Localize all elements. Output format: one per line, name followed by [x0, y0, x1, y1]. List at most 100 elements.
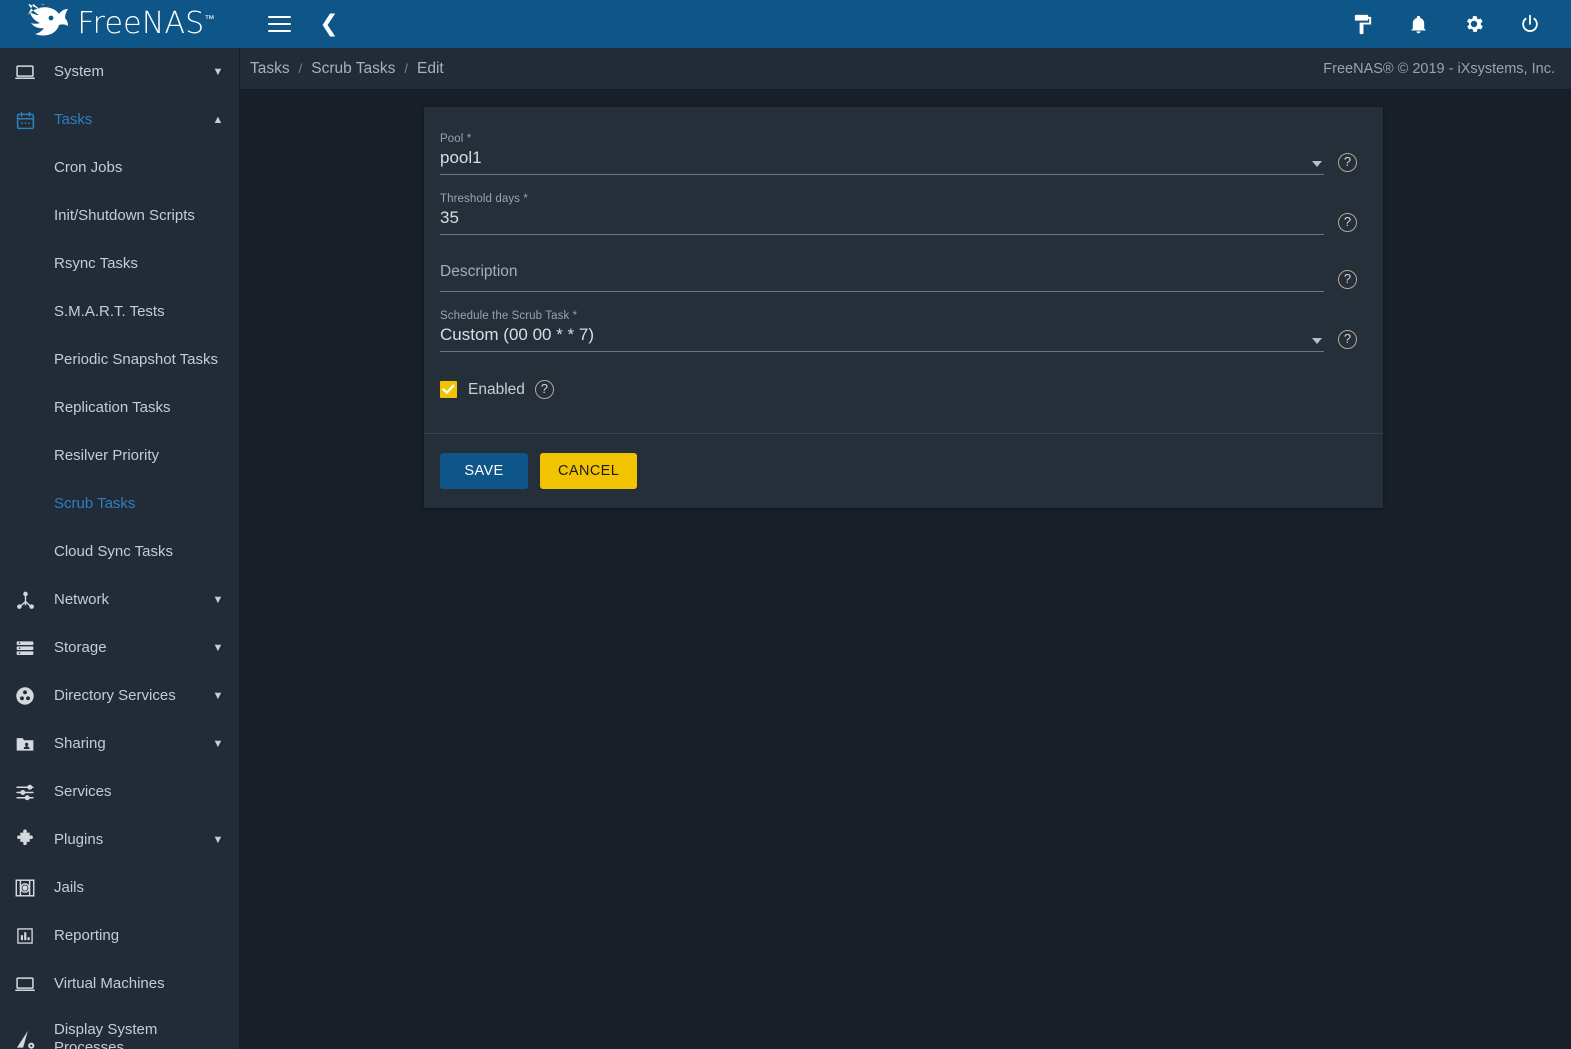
- calendar-icon: [10, 106, 40, 134]
- jails-icon: [10, 874, 40, 902]
- brand-name: FreeNAS™: [77, 5, 215, 41]
- sidebar-item-label: Services: [54, 783, 112, 801]
- help-icon[interactable]: ?: [1338, 153, 1357, 172]
- sidebar-item-label: Plugins: [54, 831, 104, 849]
- breadcrumb-item-scrub-tasks[interactable]: Scrub Tasks: [311, 60, 395, 78]
- schedule-select[interactable]: Schedule the Scrub Task * Custom (00 00 …: [440, 298, 1324, 352]
- sidebar-item-label: Network: [54, 591, 110, 609]
- bell-icon[interactable]: [1401, 7, 1435, 41]
- monitor-icon: [10, 58, 40, 86]
- breadcrumb-separator: /: [298, 61, 303, 76]
- chevron-left-icon[interactable]: ❮: [312, 7, 346, 41]
- chevron-down-icon[interactable]: ▼: [211, 66, 225, 78]
- threshold-days-label: Threshold days *: [440, 193, 528, 205]
- sidebar-item-resilver-priority[interactable]: Resilver Priority: [0, 432, 239, 480]
- sidebar-item-display-system-processes[interactable]: Display System Processes: [0, 1008, 239, 1049]
- sidebar-item-jails[interactable]: Jails: [0, 864, 239, 912]
- breadcrumb: Tasks / Scrub Tasks / Edit: [250, 60, 444, 78]
- chevron-up-icon[interactable]: ▲: [211, 114, 225, 126]
- sidebar-item-init-shutdown-scripts[interactable]: Init/Shutdown Scripts: [0, 192, 239, 240]
- topbar-left-controls: ❮: [262, 7, 346, 41]
- chevron-down-icon[interactable]: ▼: [211, 594, 225, 606]
- pool-select[interactable]: Pool * pool1: [440, 121, 1324, 175]
- form-row-description: Description ?: [424, 241, 1383, 292]
- sidebar-item-virtual-machines[interactable]: Virtual Machines: [0, 960, 239, 1008]
- sidebar-item-label: Virtual Machines: [54, 975, 165, 993]
- sidebar-item-smart-tests[interactable]: S.M.A.R.T. Tests: [0, 288, 239, 336]
- sidebar-item-label: Cron Jobs: [54, 159, 123, 177]
- breadcrumb-item-edit: Edit: [417, 59, 444, 77]
- save-button[interactable]: SAVE: [440, 453, 528, 489]
- enabled-checkbox[interactable]: [440, 381, 457, 398]
- sidebar-item-label: Periodic Snapshot Tasks: [54, 351, 218, 369]
- sidebar-item-label: Sharing: [54, 735, 106, 753]
- gear-icon[interactable]: [1457, 7, 1491, 41]
- brand-logo-area[interactable]: FreeNAS™: [0, 0, 240, 48]
- sidebar-item-label: Directory Services: [54, 687, 176, 705]
- breadcrumb-item-tasks[interactable]: Tasks: [250, 60, 290, 78]
- chevron-down-icon[interactable]: ▼: [211, 738, 225, 750]
- sidebar-item-rsync-tasks[interactable]: Rsync Tasks: [0, 240, 239, 288]
- network-icon: [10, 586, 40, 614]
- storage-list-icon: [10, 634, 40, 662]
- pool-label: Pool *: [440, 133, 472, 145]
- puzzle-piece-icon: [10, 826, 40, 854]
- cancel-button[interactable]: CANCEL: [540, 453, 638, 489]
- format-paint-icon[interactable]: [1345, 7, 1379, 41]
- power-icon[interactable]: [1513, 7, 1547, 41]
- chevron-down-icon[interactable]: ▼: [211, 642, 225, 654]
- sidebar-item-directory-services[interactable]: Directory Services ▼: [0, 672, 239, 720]
- sidebar[interactable]: System ▼ Tasks ▲ Cron Jobs Init/Shutdown…: [0, 48, 240, 1049]
- schedule-value: Custom (00 00 * * 7): [440, 325, 595, 344]
- sidebar-item-label: System: [54, 63, 105, 81]
- scrub-task-edit-form-card: Pool * pool1 ? Threshold days * 35 ? Des…: [424, 107, 1383, 508]
- form-body: Pool * pool1 ? Threshold days * 35 ? Des…: [424, 107, 1383, 433]
- sidebar-item-label: Init/Shutdown Scripts: [54, 207, 195, 225]
- sidebar-item-replication-tasks[interactable]: Replication Tasks: [0, 384, 239, 432]
- help-icon[interactable]: ?: [534, 380, 554, 399]
- sidebar-item-reporting[interactable]: Reporting: [0, 912, 239, 960]
- help-icon[interactable]: ?: [1338, 270, 1357, 289]
- sidebar-item-label: Display System Processes: [54, 1020, 158, 1049]
- form-actions: SAVE CANCEL: [424, 433, 1383, 508]
- chevron-down-icon[interactable]: [1312, 338, 1322, 344]
- sidebar-item-sharing[interactable]: Sharing ▼: [0, 720, 239, 768]
- sidebar-item-cloud-sync-tasks[interactable]: Cloud Sync Tasks: [0, 528, 239, 576]
- sidebar-item-services[interactable]: Services: [0, 768, 239, 816]
- form-row-schedule: Schedule the Scrub Task * Custom (00 00 …: [424, 298, 1383, 352]
- breadcrumb-separator: /: [404, 61, 409, 76]
- chevron-down-icon[interactable]: [1312, 161, 1322, 167]
- hamburger-menu-icon[interactable]: [262, 7, 296, 41]
- threshold-days-input[interactable]: Threshold days * 35: [440, 181, 1324, 235]
- sidebar-item-label: Scrub Tasks: [54, 495, 136, 513]
- sidebar-item-network[interactable]: Network ▼: [0, 576, 239, 624]
- monitor-icon: [10, 970, 40, 998]
- sidebar-item-plugins[interactable]: Plugins ▼: [0, 816, 239, 864]
- sidebar-item-tasks[interactable]: Tasks ▲: [0, 96, 239, 144]
- sidebar-item-system[interactable]: System ▼: [0, 48, 239, 96]
- sidebar-item-label: Replication Tasks: [54, 399, 171, 417]
- help-icon[interactable]: ?: [1338, 330, 1357, 349]
- sliders-icon: [10, 778, 40, 806]
- topbar-right-controls: [1345, 7, 1547, 41]
- description-input[interactable]: Description: [440, 241, 1324, 292]
- sidebar-item-storage[interactable]: Storage ▼: [0, 624, 239, 672]
- form-row-enabled: Enabled ?: [424, 358, 1383, 407]
- sidebar-item-label: Rsync Tasks: [54, 255, 138, 273]
- sidebar-item-label: Jails: [54, 879, 85, 897]
- chevron-down-icon[interactable]: ▼: [211, 834, 225, 846]
- sidebar-item-label: S.M.A.R.T. Tests: [54, 303, 165, 321]
- sidebar-item-cron-jobs[interactable]: Cron Jobs: [0, 144, 239, 192]
- sidebar-item-label: Storage: [54, 639, 107, 657]
- sidebar-item-periodic-snapshot-tasks[interactable]: Periodic Snapshot Tasks: [0, 336, 239, 384]
- chevron-down-icon[interactable]: ▼: [211, 690, 225, 702]
- freenas-shark-logo-icon: [28, 4, 69, 36]
- form-row-pool: Pool * pool1 ?: [424, 121, 1383, 175]
- schedule-label: Schedule the Scrub Task *: [440, 310, 578, 322]
- help-icon[interactable]: ?: [1338, 213, 1357, 232]
- directory-services-icon: [10, 682, 40, 710]
- sidebar-item-label: Reporting: [54, 927, 120, 945]
- sidebar-item-label: Cloud Sync Tasks: [54, 543, 173, 561]
- sidebar-item-label: Tasks: [54, 111, 93, 129]
- sidebar-item-scrub-tasks[interactable]: Scrub Tasks: [0, 480, 239, 528]
